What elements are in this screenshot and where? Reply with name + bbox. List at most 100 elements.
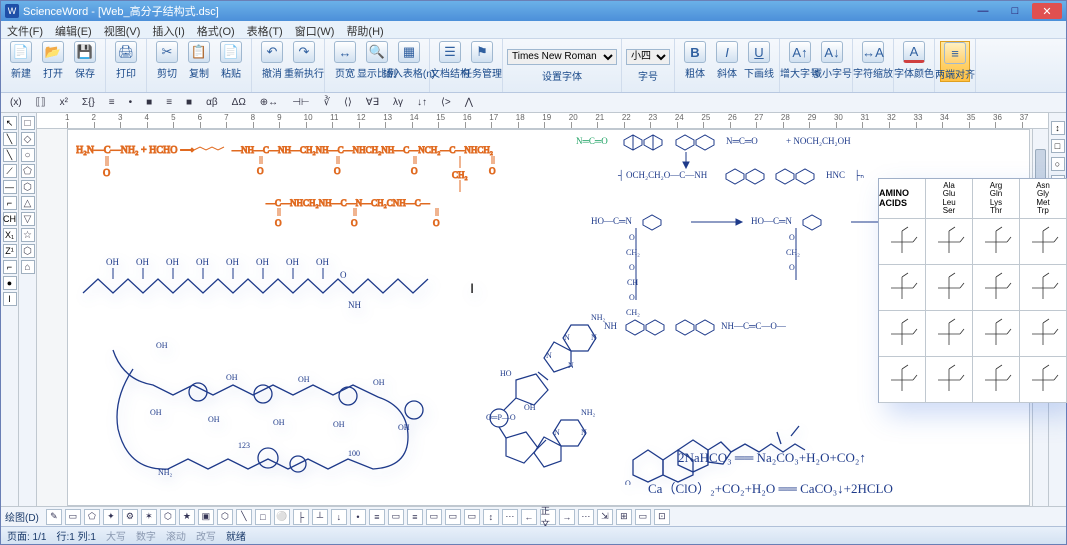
redo-button[interactable]: ↷重新执行 [289,41,319,80]
formula-sym-9[interactable]: αβ [201,96,223,109]
formula-sym-17[interactable]: ↓↑ [412,96,432,109]
formula-sym-11[interactable]: ⊕↔ [255,96,283,109]
bottom-tool-1[interactable]: ▭ [65,509,81,525]
menu-help[interactable]: 帮助(H) [340,21,389,38]
bottom-tool-17[interactable]: ≡ [369,509,385,525]
doc-structure-button[interactable]: ☰文档结构 [435,41,465,80]
shape-tool-2[interactable]: ○ [21,148,35,162]
undo-button[interactable]: ↶撤消 [257,41,287,80]
minimize-button[interactable]: — [968,3,998,19]
formula-sym-19[interactable]: ⋀ [460,96,478,109]
amino-cell[interactable] [1020,311,1067,356]
bottom-tool-31[interactable]: ▭ [635,509,651,525]
shape-tool-0[interactable]: □ [21,116,35,130]
formula-sym-13[interactable]: ∛ [319,96,335,109]
font-color-button[interactable]: A字体颜色 [899,41,929,80]
amino-cell[interactable] [879,265,926,310]
bottom-tool-26[interactable]: 正文 [540,509,556,525]
cut-button[interactable]: ✂剪切 [152,41,182,80]
shape-tool-5[interactable]: △ [21,196,35,210]
formula-sym-14[interactable]: ⟨⟩ [339,96,357,109]
formula-sym-16[interactable]: λγ [388,96,408,109]
bottom-tool-27[interactable]: → [559,509,575,525]
pagewidth-button[interactable]: ↔页宽 [330,41,360,80]
shape-tool-6[interactable]: ▽ [21,212,35,226]
formula-sym-0[interactable]: (x) [5,96,27,109]
left-tool-6[interactable]: CH [3,212,17,226]
amino-acid-panel[interactable]: AMINO ACIDS AlaGluLeuSer ArgGlnLysThr As… [878,178,1067,403]
bottom-tool-24[interactable]: ⋯ [502,509,518,525]
shape-tool-3[interactable]: ⬠ [21,164,35,178]
new-button[interactable]: 📄新建 [6,41,36,80]
font-select[interactable]: Times New Roman [507,49,617,65]
amino-cell[interactable] [926,219,973,264]
justify-button[interactable]: ≡两端对齐 [940,41,970,82]
amino-cell[interactable] [1020,265,1067,310]
underline-button[interactable]: U下画线 [744,41,774,80]
menu-edit[interactable]: 编辑(E) [49,21,98,38]
bottom-tool-30[interactable]: ⊞ [616,509,632,525]
left-tool-4[interactable]: — [3,180,17,194]
maximize-button[interactable]: □ [1000,3,1030,19]
bottom-tool-28[interactable]: ⋯ [578,509,594,525]
left-tool-10[interactable]: ● [3,276,17,290]
menu-window[interactable]: 窗口(W) [289,21,341,38]
menu-insert[interactable]: 插入(I) [146,21,190,38]
bottom-tool-8[interactable]: ▣ [198,509,214,525]
left-tool-0[interactable]: ↖ [3,116,17,130]
bottom-tool-0[interactable]: ✎ [46,509,62,525]
right-tool-0[interactable]: ↕ [1051,121,1065,135]
bottom-tool-23[interactable]: ↕ [483,509,499,525]
bottom-tool-20[interactable]: ▭ [426,509,442,525]
amino-cell[interactable] [926,357,973,402]
left-tool-1[interactable]: ╲ [3,132,17,146]
amino-cell[interactable] [973,357,1020,402]
amino-cell[interactable] [1020,219,1067,264]
bottom-tool-25[interactable]: ← [521,509,537,525]
amino-cell[interactable] [926,311,973,356]
print-button[interactable]: 🖨打印 [111,41,141,80]
bottom-tool-9[interactable]: ⬡ [217,509,233,525]
fontsize-select[interactable]: 小四 [626,49,670,65]
close-button[interactable]: ✕ [1032,3,1062,19]
left-tool-5[interactable]: ⌐ [3,196,17,210]
bottom-tool-3[interactable]: ✦ [103,509,119,525]
amino-cell[interactable] [879,219,926,264]
shape-tool-1[interactable]: ◇ [21,132,35,146]
task-manager-button[interactable]: ⚑任务管理 [467,41,497,80]
menu-view[interactable]: 视图(V) [98,21,147,38]
formula-sym-5[interactable]: • [124,96,138,109]
formula-sym-2[interactable]: x² [55,96,73,109]
amino-cell[interactable] [1020,357,1067,402]
increase-font-button[interactable]: A↑增大字号 [785,41,815,80]
bottom-tool-10[interactable]: ╲ [236,509,252,525]
bottom-tool-7[interactable]: ★ [179,509,195,525]
bottom-tool-21[interactable]: ▭ [445,509,461,525]
amino-cell[interactable] [973,265,1020,310]
bottom-tool-6[interactable]: ⬡ [160,509,176,525]
amino-cell[interactable] [926,265,973,310]
bold-button[interactable]: B粗体 [680,41,710,80]
formula-sym-7[interactable]: ≡ [161,96,177,109]
bottom-tool-19[interactable]: ≡ [407,509,423,525]
left-tool-8[interactable]: Z¹ [3,244,17,258]
menu-table[interactable]: 表格(T) [241,21,289,38]
bottom-tool-15[interactable]: ↓ [331,509,347,525]
bottom-tool-16[interactable]: • [350,509,366,525]
amino-cell[interactable] [879,311,926,356]
bottom-tool-11[interactable]: □ [255,509,271,525]
shape-tool-8[interactable]: ⬡ [21,244,35,258]
bottom-tool-29[interactable]: ⇲ [597,509,613,525]
shape-tool-7[interactable]: ☆ [21,228,35,242]
copy-button[interactable]: 📋复制 [184,41,214,80]
amino-cell[interactable] [973,311,1020,356]
paste-button[interactable]: 📄粘贴 [216,41,246,80]
open-button[interactable]: 📂打开 [38,41,68,80]
shape-tool-9[interactable]: ⌂ [21,260,35,274]
shape-tool-4[interactable]: ⬡ [21,180,35,194]
bottom-tool-32[interactable]: ⊡ [654,509,670,525]
left-tool-11[interactable]: I [3,292,17,306]
formula-sym-8[interactable]: ■ [181,96,197,109]
formula-sym-12[interactable]: ⊣⊢ [287,96,314,109]
left-tool-2[interactable]: ╲ [3,148,17,162]
